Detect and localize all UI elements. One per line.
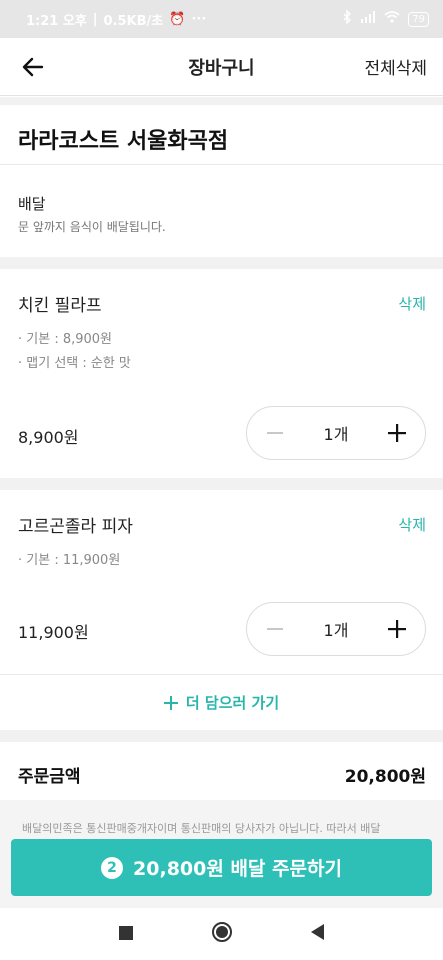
- divider: [0, 164, 443, 165]
- minus-icon: [267, 432, 283, 434]
- status-right: 79: [342, 9, 429, 28]
- item-option: · 기본 : 8,900원: [18, 332, 113, 347]
- status-divider: |: [92, 11, 98, 27]
- delete-item-button[interactable]: 삭제: [398, 293, 426, 314]
- increase-quantity-button[interactable]: [369, 603, 425, 655]
- system-nav-bar: [0, 908, 443, 960]
- item-price: 11,900원: [18, 623, 89, 642]
- clear-all-button[interactable]: 전체삭제: [364, 54, 427, 79]
- alarm-icon: ⏰: [169, 11, 186, 27]
- quantity-stepper: 1개: [246, 602, 426, 656]
- minus-icon: [267, 628, 283, 630]
- status-bar: 1:21 오후 | 0.5KB/초 ⏰ ··· 79: [0, 0, 443, 38]
- delivery-type-label: 배달: [18, 195, 46, 213]
- delete-item-button[interactable]: 삭제: [398, 514, 426, 535]
- quantity-stepper: 1개: [246, 406, 426, 460]
- legal-notice: 배달의민족은 통신판매중개자이며 통신판매의 당사자가 아닙니다. 따라서 배달: [22, 822, 381, 835]
- plus-icon: [388, 424, 406, 442]
- battery-icon: 79: [408, 11, 429, 27]
- home-icon[interactable]: [211, 921, 233, 947]
- back-nav-icon[interactable]: [310, 924, 325, 944]
- cart-item-name: 치킨 필라프: [18, 296, 102, 316]
- order-amount-label: 주문금액: [18, 767, 81, 787]
- cart-item-name: 고르곤졸라 피자: [18, 517, 133, 537]
- section-gap: [0, 257, 443, 269]
- recent-apps-icon[interactable]: [118, 925, 133, 944]
- order-button[interactable]: 2 20,800원 배달 주문하기: [11, 839, 432, 896]
- increase-quantity-button[interactable]: [369, 407, 425, 459]
- quantity-value: 1개: [323, 621, 349, 640]
- section-gap: [0, 97, 443, 105]
- plus-icon: [388, 620, 406, 638]
- add-more-button[interactable]: 더 담으러 가기: [0, 675, 443, 730]
- bluetooth-icon: [342, 9, 352, 28]
- status-left: 1:21 오후 | 0.5KB/초 ⏰ ···: [26, 10, 206, 29]
- item-price: 8,900원: [18, 428, 79, 447]
- item-option: · 맵기 선택 : 순한 맛: [18, 356, 131, 371]
- quantity-value: 1개: [323, 425, 349, 444]
- order-amount-value: 20,800원: [344, 767, 426, 787]
- item-count-badge: 2: [101, 856, 124, 879]
- add-more-label: 더 담으러 가기: [185, 694, 280, 712]
- section-gap: [0, 730, 443, 742]
- decrease-quantity-button[interactable]: [247, 603, 303, 655]
- item-option: · 기본 : 11,900원: [18, 553, 121, 568]
- section-gap: [0, 478, 443, 490]
- status-network-speed: 0.5KB/초: [103, 13, 164, 29]
- wifi-icon: [384, 11, 400, 27]
- decrease-quantity-button[interactable]: [247, 407, 303, 459]
- signal-icon: [360, 11, 376, 27]
- order-button-label: 20,800원 배달 주문하기: [133, 858, 342, 880]
- delivery-description: 문 앞까지 음식이 배달됩니다.: [18, 220, 166, 234]
- plus-icon: [163, 695, 178, 710]
- status-time: 1:21 오후: [26, 13, 87, 29]
- more-notifications-icon: ···: [191, 11, 207, 27]
- store-name: 라라코스트 서울화곡점: [18, 129, 229, 154]
- app-header: 장바구니 전체삭제: [0, 38, 443, 96]
